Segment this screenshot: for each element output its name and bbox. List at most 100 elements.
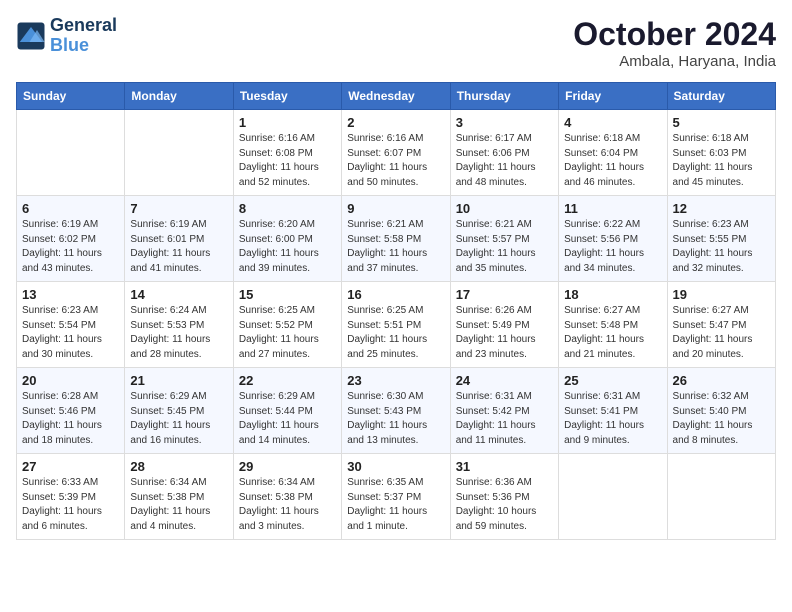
day-number: 10: [456, 201, 553, 216]
day-info: Sunrise: 6:21 AM Sunset: 5:57 PM Dayligh…: [456, 218, 553, 276]
day-number: 18: [564, 287, 661, 302]
calendar-week-row: 1 Sunrise: 6:16 AM Sunset: 6:08 PM Daylig…: [17, 110, 776, 196]
day-info: Sunrise: 6:36 AM Sunset: 5:36 PM Dayligh…: [456, 476, 553, 534]
calendar-week-row: 6 Sunrise: 6:19 AM Sunset: 6:02 PM Daylig…: [17, 196, 776, 282]
day-info: Sunrise: 6:22 AM Sunset: 5:56 PM Dayligh…: [564, 218, 661, 276]
weekday-header: Wednesday: [342, 83, 450, 110]
calendar-cell: 13 Sunrise: 6:23 AM Sunset: 5:54 PM Dayli…: [17, 282, 125, 368]
calendar-cell: 3 Sunrise: 6:17 AM Sunset: 6:06 PM Daylig…: [450, 110, 558, 196]
day-number: 11: [564, 201, 661, 216]
calendar-cell: 26Sunrise: 6:32 AM Sunset: 5:40 PM Dayli…: [667, 368, 775, 454]
calendar-cell: 11 Sunrise: 6:22 AM Sunset: 5:56 PM Dayli…: [559, 196, 667, 282]
day-number: 24: [456, 373, 553, 388]
calendar-cell: 30 Sunrise: 6:35 AM Sunset: 5:37 PM Dayli…: [342, 454, 450, 540]
day-number: 29: [239, 459, 336, 474]
day-number: 8: [239, 201, 336, 216]
day-info: Sunrise: 6:29 AM Sunset: 5:45 PM Dayligh…: [130, 390, 227, 448]
day-number: 31: [456, 459, 553, 474]
calendar-cell: 8 Sunrise: 6:20 AM Sunset: 6:00 PM Daylig…: [233, 196, 341, 282]
calendar-cell: 31 Sunrise: 6:36 AM Sunset: 5:36 PM Dayli…: [450, 454, 558, 540]
month-title: October 2024: [573, 16, 776, 53]
day-number: 20: [22, 373, 119, 388]
calendar-cell: 6 Sunrise: 6:19 AM Sunset: 6:02 PM Daylig…: [17, 196, 125, 282]
calendar-cell: 9 Sunrise: 6:21 AM Sunset: 5:58 PM Daylig…: [342, 196, 450, 282]
calendar-week-row: 13 Sunrise: 6:23 AM Sunset: 5:54 PM Dayli…: [17, 282, 776, 368]
calendar-week-row: 20 Sunrise: 6:28 AM Sunset: 5:46 PM Dayli…: [17, 368, 776, 454]
day-info: Sunrise: 6:26 AM Sunset: 5:49 PM Dayligh…: [456, 304, 553, 362]
day-info: Sunrise: 6:16 AM Sunset: 6:07 PM Dayligh…: [347, 132, 444, 190]
calendar-cell: 17Sunrise: 6:26 AM Sunset: 5:49 PM Dayli…: [450, 282, 558, 368]
day-info: Sunrise: 6:34 AM Sunset: 5:38 PM Dayligh…: [130, 476, 227, 534]
calendar-cell: 20 Sunrise: 6:28 AM Sunset: 5:46 PM Dayli…: [17, 368, 125, 454]
day-number: 6: [22, 201, 119, 216]
day-number: 16: [347, 287, 444, 302]
calendar-cell: 23Sunrise: 6:30 AM Sunset: 5:43 PM Dayli…: [342, 368, 450, 454]
day-number: 9: [347, 201, 444, 216]
calendar-cell: 25Sunrise: 6:31 AM Sunset: 5:41 PM Dayli…: [559, 368, 667, 454]
weekday-header: Tuesday: [233, 83, 341, 110]
day-info: Sunrise: 6:32 AM Sunset: 5:40 PM Dayligh…: [673, 390, 770, 448]
day-number: 15: [239, 287, 336, 302]
calendar-cell: 19Sunrise: 6:27 AM Sunset: 5:47 PM Dayli…: [667, 282, 775, 368]
day-number: 22: [239, 373, 336, 388]
day-number: 21: [130, 373, 227, 388]
calendar-cell: 5 Sunrise: 6:18 AM Sunset: 6:03 PM Daylig…: [667, 110, 775, 196]
title-block: October 2024 Ambala, Haryana, India: [573, 16, 776, 70]
day-number: 4: [564, 115, 661, 130]
day-number: 28: [130, 459, 227, 474]
day-info: Sunrise: 6:16 AM Sunset: 6:08 PM Dayligh…: [239, 132, 336, 190]
calendar-cell: 27Sunrise: 6:33 AM Sunset: 5:39 PM Dayli…: [17, 454, 125, 540]
day-info: Sunrise: 6:34 AM Sunset: 5:38 PM Dayligh…: [239, 476, 336, 534]
day-number: 2: [347, 115, 444, 130]
calendar-cell: [17, 110, 125, 196]
weekday-header: Sunday: [17, 83, 125, 110]
day-number: 14: [130, 287, 227, 302]
day-info: Sunrise: 6:25 AM Sunset: 5:52 PM Dayligh…: [239, 304, 336, 362]
day-number: 19: [673, 287, 770, 302]
day-info: Sunrise: 6:28 AM Sunset: 5:46 PM Dayligh…: [22, 390, 119, 448]
calendar-cell: 18 Sunrise: 6:27 AM Sunset: 5:48 PM Dayli…: [559, 282, 667, 368]
day-info: Sunrise: 6:21 AM Sunset: 5:58 PM Dayligh…: [347, 218, 444, 276]
day-info: Sunrise: 6:19 AM Sunset: 6:02 PM Dayligh…: [22, 218, 119, 276]
day-info: Sunrise: 6:18 AM Sunset: 6:03 PM Dayligh…: [673, 132, 770, 190]
day-info: Sunrise: 6:18 AM Sunset: 6:04 PM Dayligh…: [564, 132, 661, 190]
location: Ambala, Haryana, India: [573, 53, 776, 70]
day-info: Sunrise: 6:25 AM Sunset: 5:51 PM Dayligh…: [347, 304, 444, 362]
calendar-cell: 12Sunrise: 6:23 AM Sunset: 5:55 PM Dayli…: [667, 196, 775, 282]
weekday-header: Friday: [559, 83, 667, 110]
weekday-header: Thursday: [450, 83, 558, 110]
logo: General Blue: [16, 16, 117, 56]
day-info: Sunrise: 6:31 AM Sunset: 5:42 PM Dayligh…: [456, 390, 553, 448]
day-number: 30: [347, 459, 444, 474]
day-info: Sunrise: 6:35 AM Sunset: 5:37 PM Dayligh…: [347, 476, 444, 534]
day-number: 12: [673, 201, 770, 216]
day-number: 13: [22, 287, 119, 302]
day-info: Sunrise: 6:27 AM Sunset: 5:48 PM Dayligh…: [564, 304, 661, 362]
day-info: Sunrise: 6:31 AM Sunset: 5:41 PM Dayligh…: [564, 390, 661, 448]
calendar-cell: 28 Sunrise: 6:34 AM Sunset: 5:38 PM Dayli…: [125, 454, 233, 540]
calendar-cell: [559, 454, 667, 540]
day-number: 7: [130, 201, 227, 216]
calendar-cell: 14Sunrise: 6:24 AM Sunset: 5:53 PM Dayli…: [125, 282, 233, 368]
day-info: Sunrise: 6:17 AM Sunset: 6:06 PM Dayligh…: [456, 132, 553, 190]
page-header: General Blue October 2024 Ambala, Haryan…: [16, 16, 776, 70]
calendar-cell: 22Sunrise: 6:29 AM Sunset: 5:44 PM Dayli…: [233, 368, 341, 454]
day-number: 5: [673, 115, 770, 130]
day-info: Sunrise: 6:23 AM Sunset: 5:54 PM Dayligh…: [22, 304, 119, 362]
logo-text-line2: Blue: [50, 36, 117, 56]
day-number: 1: [239, 115, 336, 130]
calendar-cell: 4 Sunrise: 6:18 AM Sunset: 6:04 PM Daylig…: [559, 110, 667, 196]
calendar-week-row: 27Sunrise: 6:33 AM Sunset: 5:39 PM Dayli…: [17, 454, 776, 540]
weekday-header: Monday: [125, 83, 233, 110]
day-number: 3: [456, 115, 553, 130]
day-info: Sunrise: 6:30 AM Sunset: 5:43 PM Dayligh…: [347, 390, 444, 448]
calendar-cell: 24 Sunrise: 6:31 AM Sunset: 5:42 PM Dayli…: [450, 368, 558, 454]
calendar-cell: 21 Sunrise: 6:29 AM Sunset: 5:45 PM Dayli…: [125, 368, 233, 454]
calendar-cell: [125, 110, 233, 196]
calendar-cell: 29 Sunrise: 6:34 AM Sunset: 5:38 PM Dayli…: [233, 454, 341, 540]
calendar-cell: 2 Sunrise: 6:16 AM Sunset: 6:07 PM Daylig…: [342, 110, 450, 196]
logo-icon: [16, 21, 46, 51]
calendar-cell: [667, 454, 775, 540]
calendar-cell: 7Sunrise: 6:19 AM Sunset: 6:01 PM Daylig…: [125, 196, 233, 282]
day-info: Sunrise: 6:20 AM Sunset: 6:00 PM Dayligh…: [239, 218, 336, 276]
